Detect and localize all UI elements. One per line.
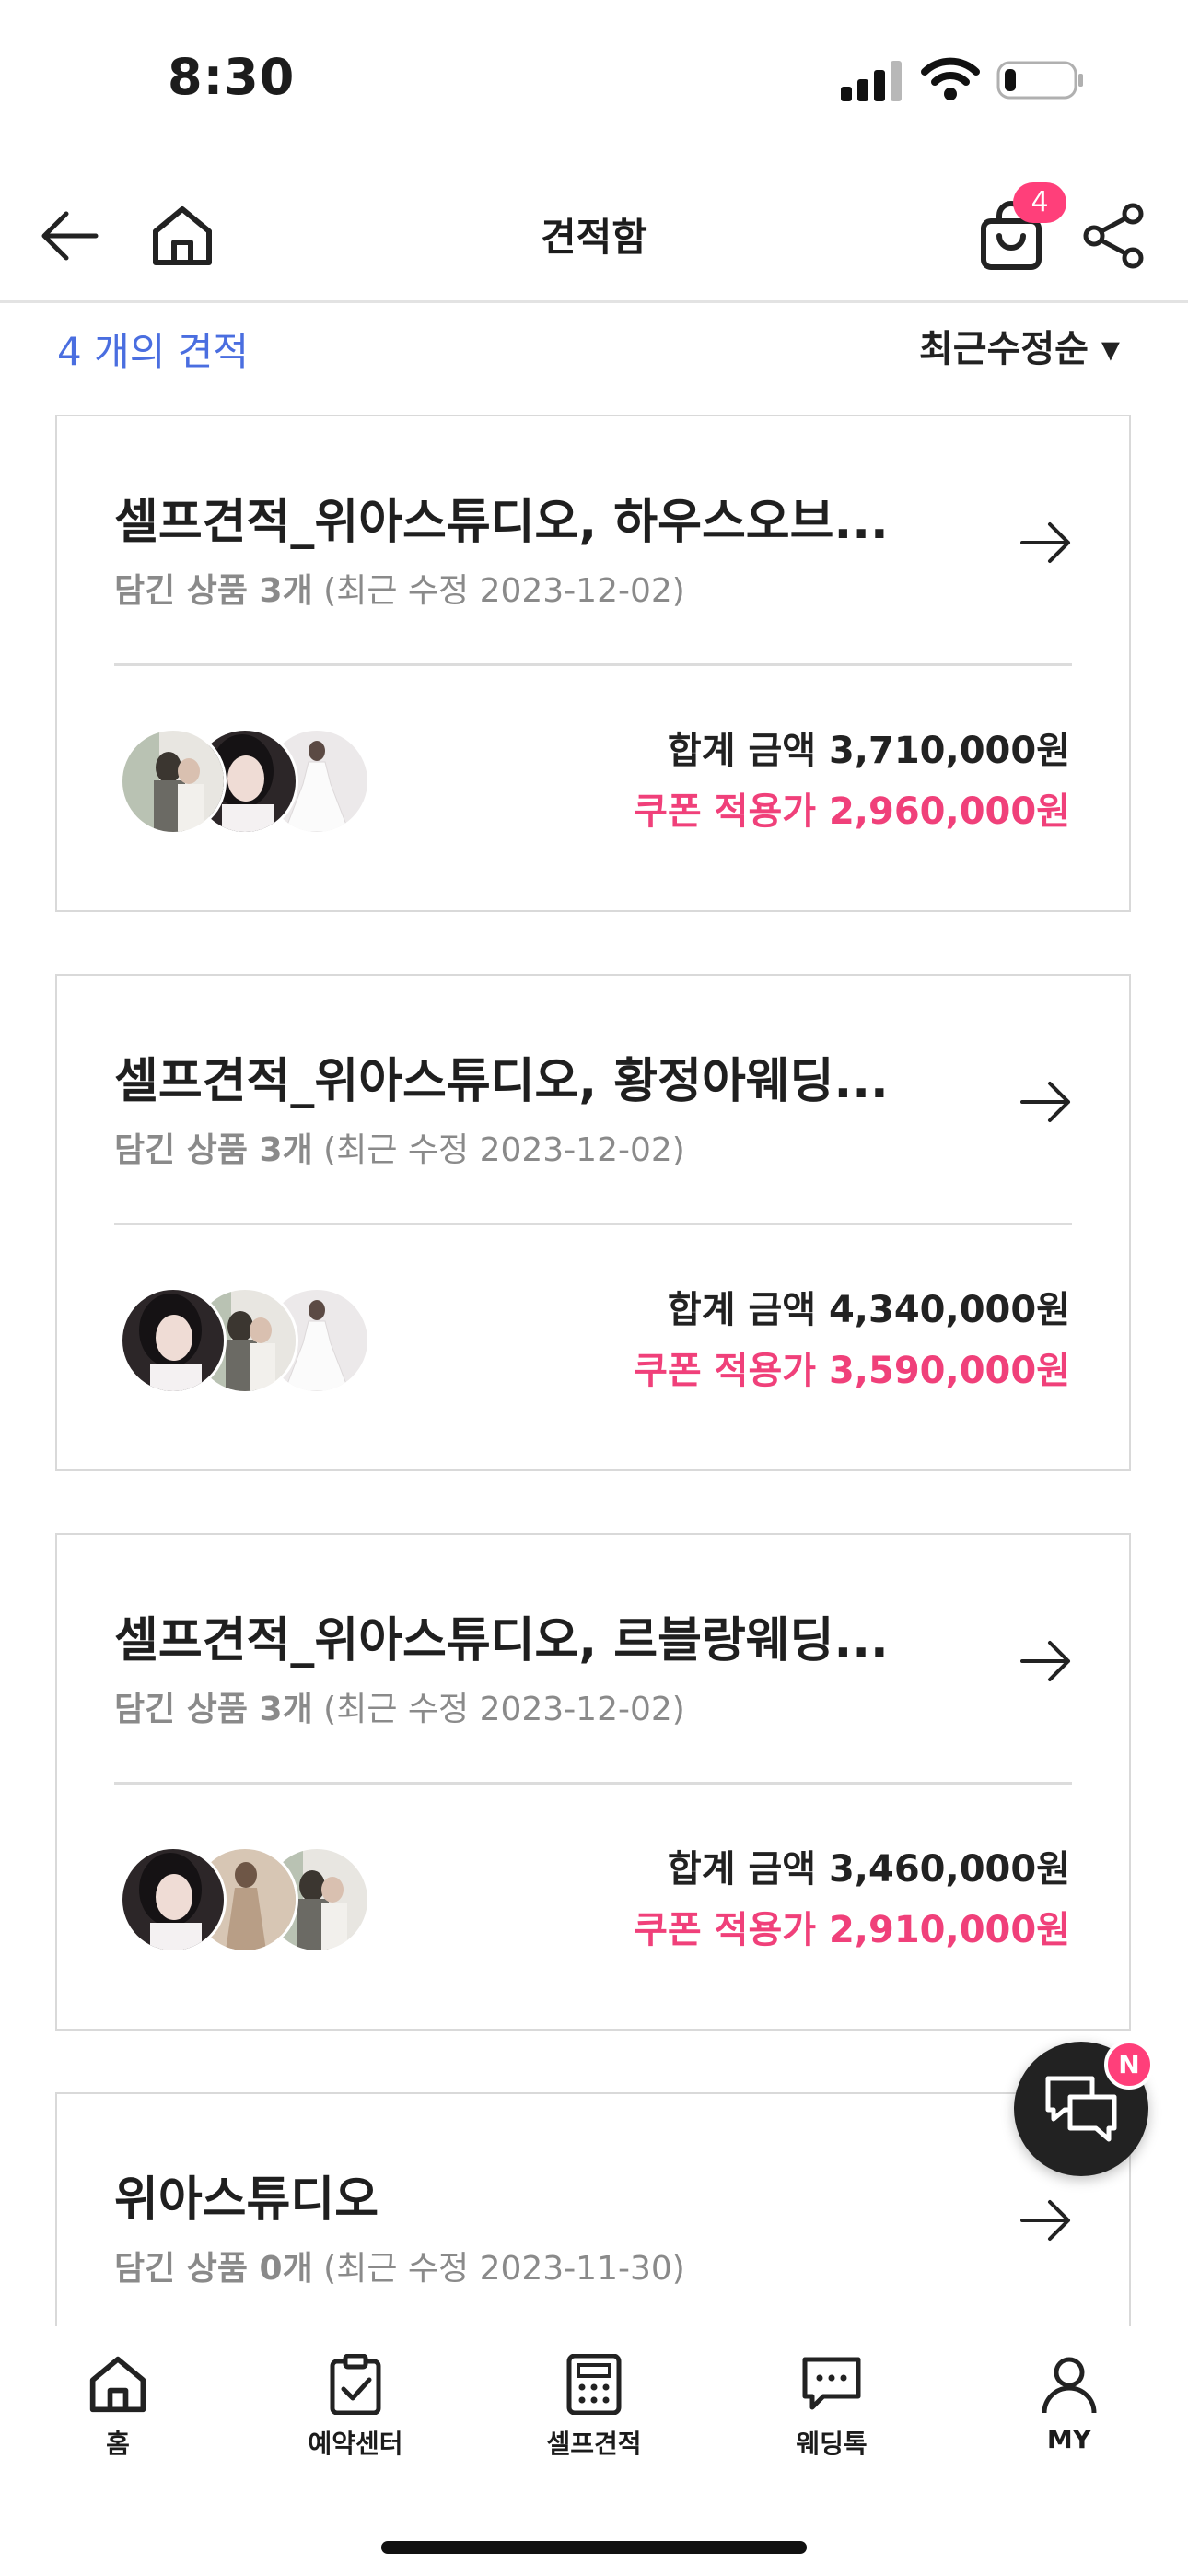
status-time: 8:30 xyxy=(168,48,296,106)
wifi-icon xyxy=(921,57,980,100)
estimate-meta: 담긴 상품 3개 (최근 수정 2023-12-02) xyxy=(114,1123,685,1171)
home-indicator xyxy=(381,2541,807,2554)
coupon-price: 쿠폰 적용가 2,960,000원 xyxy=(634,790,1070,833)
coupon-price: 쿠폰 적용가 3,590,000원 xyxy=(634,1350,1070,1392)
estimate-count-label: 4 개의 견적 xyxy=(57,329,249,374)
nav-label: 예약센터 xyxy=(308,2429,403,2459)
nav-wedding-talk[interactable]: 웨딩톡 xyxy=(740,2354,924,2474)
nav-label: 웨딩톡 xyxy=(796,2429,868,2459)
share-icon xyxy=(1083,203,1144,269)
estimate-title: 셀프견적_위아스튜디오, 하우스오브... xyxy=(114,495,889,550)
estimate-meta: 담긴 상품 3개 (최근 수정 2023-12-02) xyxy=(114,1682,685,1730)
chat-icon xyxy=(1045,2076,1117,2142)
estimate-card[interactable]: 셀프견적_위아스튜디오, 하우스오브... 담긴 상품 3개 (최근 수정 20… xyxy=(55,415,1131,912)
chat-bubble-icon xyxy=(802,2357,861,2410)
estimate-title: 셀프견적_위아스튜디오, 황정아웨딩... xyxy=(114,1054,889,1109)
thumbnail-bride-portrait xyxy=(120,1287,227,1394)
item-count: 담긴 상품 3개 xyxy=(114,572,313,610)
estimate-list[interactable]: 셀프견적_위아스튜디오, 하우스오브... 담긴 상품 3개 (최근 수정 20… xyxy=(55,415,1133,2326)
coupon-price: 쿠폰 적용가 2,910,000원 xyxy=(634,1909,1070,1951)
total-price: 합계 금액 3,710,000원 xyxy=(667,730,1070,772)
total-price: 합계 금액 4,340,000원 xyxy=(667,1289,1070,1331)
arrow-right-icon[interactable] xyxy=(1019,520,1074,566)
chat-new-badge: N xyxy=(1104,2040,1154,2090)
nav-label: MY xyxy=(1046,2424,1092,2454)
estimate-meta: 담긴 상품 0개 (최근 수정 2023-11-30) xyxy=(114,2242,685,2289)
estimate-title: 셀프견적_위아스튜디오, 르블랑웨딩... xyxy=(114,1613,889,1669)
updated-date: (최근 수정 2023-12-02) xyxy=(312,1131,685,1169)
user-icon xyxy=(1042,2357,1097,2414)
nav-self-estimate[interactable]: 셀프견적 xyxy=(502,2354,686,2474)
card-divider xyxy=(114,663,1072,666)
arrow-right-icon[interactable] xyxy=(1019,2197,1074,2243)
nav-label: 셀프견적 xyxy=(546,2429,642,2459)
nav-reservation-center[interactable]: 예약센터 xyxy=(263,2354,448,2474)
estimate-card[interactable]: 셀프견적_위아스튜디오, 르블랑웨딩... 담긴 상품 3개 (최근 수정 20… xyxy=(55,1533,1131,2031)
arrow-right-icon[interactable] xyxy=(1019,1079,1074,1125)
estimate-meta: 담긴 상품 3개 (최근 수정 2023-12-02) xyxy=(114,564,685,612)
home-icon xyxy=(89,2356,146,2413)
nav-label: 홈 xyxy=(106,2429,130,2459)
updated-date: (최근 수정 2023-11-30) xyxy=(312,2250,685,2288)
thumbnail-bride-portrait xyxy=(120,1846,227,1953)
product-thumbnails xyxy=(120,1846,414,1957)
calculator-icon xyxy=(566,2354,622,2415)
item-count: 담긴 상품 0개 xyxy=(114,2250,313,2288)
cellular-signal-icon xyxy=(841,61,902,101)
cart-count-badge: 4 xyxy=(1013,182,1066,223)
estimate-card[interactable]: 위아스튜디오 담긴 상품 0개 (최근 수정 2023-11-30) xyxy=(55,2092,1131,2326)
arrow-right-icon[interactable] xyxy=(1019,1638,1074,1684)
product-thumbnails xyxy=(120,1287,414,1398)
item-count: 담긴 상품 3개 xyxy=(114,1131,313,1169)
card-divider xyxy=(114,1782,1072,1785)
estimate-card[interactable]: 셀프견적_위아스튜디오, 황정아웨딩... 담긴 상품 3개 (최근 수정 20… xyxy=(55,974,1131,1471)
card-divider xyxy=(114,1223,1072,1225)
sort-dropdown[interactable]: 최근수정순 ▾ xyxy=(919,319,1120,372)
bottom-navigation: 홈 예약센터 셀프견적 웨딩톡 MY xyxy=(0,2326,1188,2576)
nav-home[interactable]: 홈 xyxy=(26,2354,210,2474)
top-app-bar: 견적함 4 xyxy=(0,175,1188,303)
thumbnail-couple-photo xyxy=(120,728,227,835)
status-bar: 8:30 xyxy=(0,0,1188,157)
product-thumbnails xyxy=(120,728,414,838)
estimate-title: 위아스튜디오 xyxy=(114,2172,379,2228)
item-count: 담긴 상품 3개 xyxy=(114,1691,313,1728)
battery-icon xyxy=(996,61,1083,100)
clipboard-check-icon xyxy=(330,2354,381,2415)
share-button[interactable] xyxy=(1077,199,1151,273)
nav-my[interactable]: MY xyxy=(977,2354,1161,2474)
total-price: 합계 금액 3,460,000원 xyxy=(667,1848,1070,1891)
updated-date: (최근 수정 2023-12-02) xyxy=(312,572,685,610)
updated-date: (최근 수정 2023-12-02) xyxy=(312,1691,685,1728)
